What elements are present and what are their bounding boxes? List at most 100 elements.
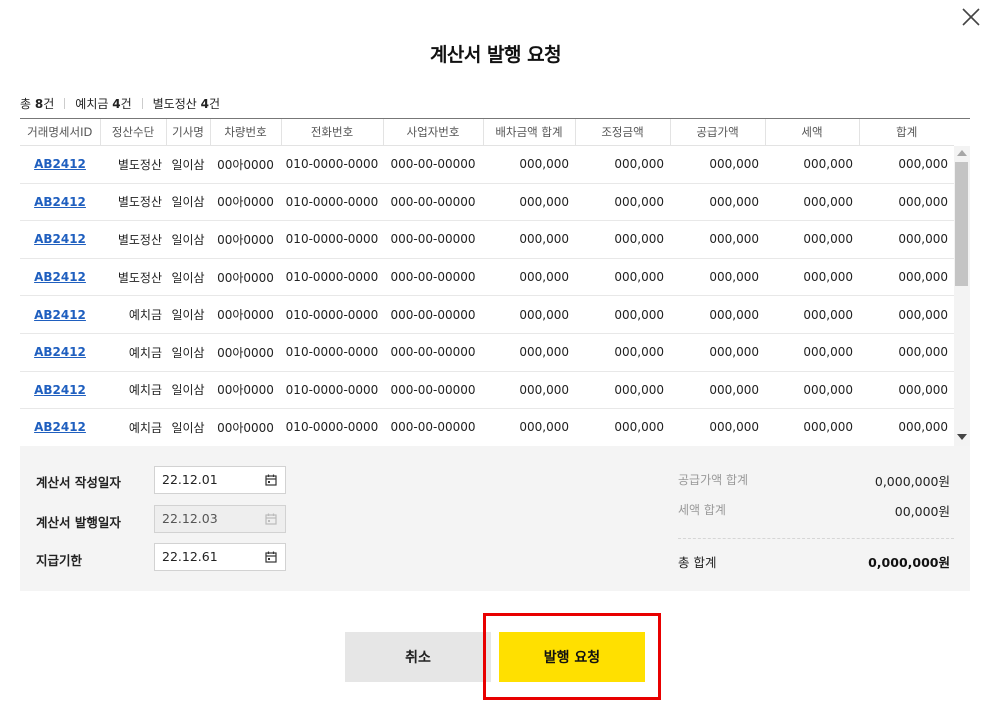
statement-id-link[interactable]: AB2412	[34, 195, 86, 209]
table-cell: 000,000	[670, 295, 765, 334]
close-icon	[962, 8, 980, 26]
table-cell: 000,000	[670, 145, 765, 184]
statement-id-link[interactable]: AB2412	[34, 270, 86, 284]
table-cell: 000,000	[483, 295, 575, 334]
table-cell: 000-00-00000	[383, 408, 483, 447]
table-cell: 별도정산	[100, 183, 166, 222]
table-cell: 000,000	[765, 183, 859, 222]
summary-deposit-label: 예치금	[75, 97, 109, 111]
table-row[interactable]: AB2412 예치금 일이삼 00아0000 010-0000-0000 000-00-0…	[20, 295, 954, 334]
totals-divider	[678, 538, 954, 539]
statement-id-link[interactable]: AB2412	[34, 232, 86, 246]
table-cell: 000,000	[859, 408, 954, 447]
table-cell: 000,000	[670, 333, 765, 372]
statement-id-link[interactable]: AB2412	[34, 157, 86, 171]
table-cell: 000,000	[575, 220, 670, 259]
column-header: 조정금액	[574, 119, 670, 146]
table-cell: 일이삼	[166, 220, 210, 259]
column-header: 기사명	[165, 119, 210, 146]
table-cell: 별도정산	[100, 258, 166, 297]
table-row[interactable]: AB2412 별도정산 일이삼 00아0000 010-0000-0000 000-00-…	[20, 145, 954, 184]
statement-id-link[interactable]: AB2412	[34, 345, 86, 359]
table-cell: AB2412	[20, 371, 100, 410]
calendar-icon[interactable]	[265, 551, 277, 563]
cancel-button[interactable]: 취소	[345, 632, 491, 682]
statement-id-link[interactable]: AB2412	[34, 383, 86, 397]
table-cell: 00아0000	[210, 258, 281, 297]
invoice-table: 거래명세서ID 정산수단 기사명 차량번호 전화번호 사업자번호 배차금액 합계 조정금액 공급…	[20, 119, 954, 447]
table-cell: 000,000	[859, 183, 954, 222]
table-cell: 010-0000-0000	[281, 333, 383, 372]
issue-request-button[interactable]: 발행 요청	[499, 632, 645, 682]
table-cell: 000-00-00000	[383, 333, 483, 372]
table-cell: 00아0000	[210, 408, 281, 447]
table-cell: AB2412	[20, 408, 100, 447]
table-row[interactable]: AB2412 예치금 일이삼 00아0000 010-0000-0000 000-00-0…	[20, 333, 954, 372]
scroll-down-icon[interactable]	[957, 434, 967, 440]
table-cell: 000,000	[483, 183, 575, 222]
due-date-field[interactable]: 22.12.61	[154, 543, 286, 571]
table-cell: 00아0000	[210, 145, 281, 184]
summary-separate-count: 4	[200, 96, 209, 111]
table-cell: 일이삼	[166, 408, 210, 447]
table-cell: 000,000	[575, 371, 670, 410]
grand-total-value: 0,000,000원	[868, 555, 950, 570]
table-row[interactable]: AB2412 별도정산 일이삼 00아0000 010-0000-0000 000-00-…	[20, 258, 954, 297]
table-cell: AB2412	[20, 220, 100, 259]
table-cell: 일이삼	[166, 183, 210, 222]
summary-bar: 총 8건 예치금 4건 별도정산 4건	[20, 95, 220, 112]
table-cell: 000,000	[859, 295, 954, 334]
table-header-row: 거래명세서ID 정산수단 기사명 차량번호 전화번호 사업자번호 배차금액 합계 조정금액 공급…	[20, 119, 954, 146]
table-scrollbar[interactable]	[954, 146, 970, 446]
table-cell: 000,000	[670, 408, 765, 447]
table-cell: 000-00-00000	[383, 220, 483, 259]
statement-id-link[interactable]: AB2412	[34, 308, 86, 322]
scrollbar-thumb[interactable]	[955, 162, 968, 286]
issue-date-field: 22.12.03	[154, 505, 286, 533]
table-row[interactable]: AB2412 별도정산 일이삼 00아0000 010-0000-0000 000-00-…	[20, 220, 954, 259]
calendar-icon[interactable]	[265, 474, 277, 486]
write-date-field[interactable]: 22.12.01	[154, 466, 286, 494]
table-cell: AB2412	[20, 183, 100, 222]
scroll-up-icon[interactable]	[957, 150, 967, 156]
table-cell: 010-0000-0000	[281, 371, 383, 410]
table-cell: 010-0000-0000	[281, 145, 383, 184]
write-date-label: 계산서 작성일자	[36, 475, 121, 490]
dialog-title: 계산서 발행 요청	[429, 44, 562, 66]
table-cell: 일이삼	[166, 333, 210, 372]
summary-separate-unit: 건	[209, 97, 221, 111]
issue-date-value: 22.12.03	[162, 511, 218, 526]
summary-divider	[64, 98, 66, 109]
issue-date-label: 계산서 발행일자	[36, 515, 121, 530]
table-cell: 000,000	[859, 258, 954, 297]
table-cell: 000-00-00000	[383, 295, 483, 334]
statement-id-link[interactable]: AB2412	[34, 420, 86, 434]
summary-divider	[141, 98, 143, 109]
write-date-value: 22.12.01	[162, 472, 218, 487]
table-cell: 000-00-00000	[383, 258, 483, 297]
column-header: 세액	[764, 119, 859, 146]
table-cell: 000,000	[859, 333, 954, 372]
table-cell: 010-0000-0000	[281, 258, 383, 297]
table-cell: 일이삼	[166, 295, 210, 334]
table-cell: AB2412	[20, 333, 100, 372]
table-cell: 00아0000	[210, 220, 281, 259]
table-cell: 000,000	[670, 183, 765, 222]
table-row[interactable]: AB2412 예치금 일이삼 00아0000 010-0000-0000 000-00-0…	[20, 371, 954, 410]
close-button[interactable]	[960, 6, 982, 28]
table-cell: 000,000	[483, 220, 575, 259]
table-cell: 010-0000-0000	[281, 408, 383, 447]
table-cell: 000,000	[670, 371, 765, 410]
table-cell: 010-0000-0000	[281, 295, 383, 334]
table-cell: 000,000	[765, 408, 859, 447]
table-cell: 000,000	[859, 145, 954, 184]
table-cell: 000,000	[575, 333, 670, 372]
table-row[interactable]: AB2412 예치금 일이삼 00아0000 010-0000-0000 000-00-0…	[20, 408, 954, 447]
table-row[interactable]: AB2412 별도정산 일이삼 00아0000 010-0000-0000 000-00-…	[20, 183, 954, 222]
supply-total-label: 공급가액 합계	[678, 473, 749, 487]
table-cell: 000,000	[765, 220, 859, 259]
column-header: 차량번호	[209, 119, 281, 146]
table-cell: 예치금	[100, 295, 166, 334]
summary-total-label: 총	[20, 97, 32, 111]
summary-total-count: 8	[34, 96, 44, 111]
